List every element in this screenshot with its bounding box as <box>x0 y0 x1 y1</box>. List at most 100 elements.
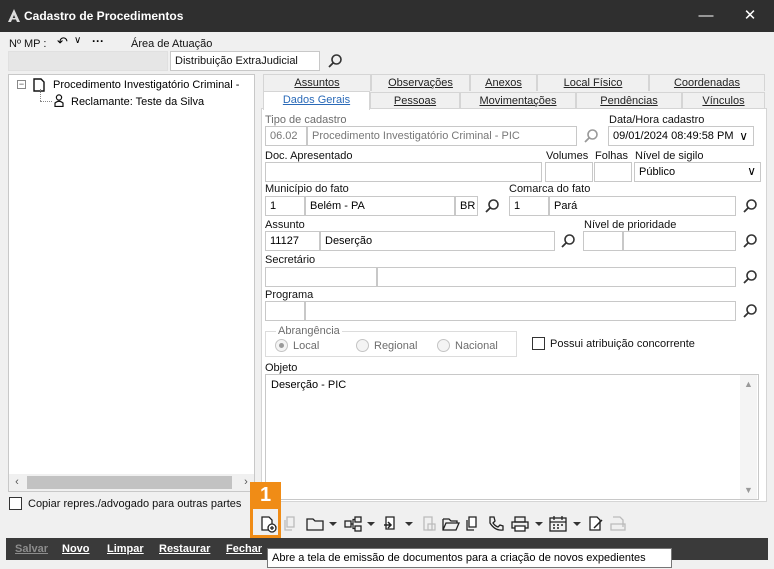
municipio-search-icon[interactable] <box>484 198 500 214</box>
mp-number-field[interactable] <box>8 51 168 71</box>
area-field[interactable]: Distribuição ExtraJudicial <box>170 51 320 71</box>
chevron-down-icon[interactable]: ∨ <box>747 165 756 177</box>
forward-document-icon[interactable] <box>382 515 400 533</box>
chevron-down-icon[interactable] <box>573 522 581 526</box>
secretario-code[interactable] <box>265 267 377 287</box>
tab-dados-gerais[interactable]: Dados Gerais <box>263 91 370 110</box>
save-button[interactable]: Salvar <box>15 543 48 555</box>
phone-icon[interactable] <box>487 515 505 533</box>
nivel-sigilo-label: Nível de sigilo <box>635 150 704 162</box>
calendar-icon[interactable] <box>549 515 567 533</box>
volumes-label: Volumes <box>546 150 589 162</box>
scrollbar-thumb[interactable] <box>27 476 232 489</box>
scroll-down-arrow-icon[interactable]: ▼ <box>740 483 757 497</box>
assunto-code[interactable]: 11127 <box>265 231 320 251</box>
tab-coordenadas[interactable]: Coordenadas <box>649 74 765 91</box>
more-icon[interactable]: ··· <box>92 34 104 48</box>
procedure-tree[interactable]: − Procedimento Investigatório Criminal -… <box>8 74 255 492</box>
comarca-label: Comarca do fato <box>509 183 591 195</box>
folhas-field[interactable] <box>594 162 632 182</box>
bottom-toolbar <box>252 510 772 536</box>
print-icon[interactable] <box>511 515 529 533</box>
chevron-down-icon[interactable] <box>367 522 375 526</box>
nivel-prioridade-field[interactable] <box>623 231 736 251</box>
tree-horizontal-scrollbar[interactable]: ‹ › <box>9 474 254 491</box>
new-button[interactable]: Novo <box>62 543 90 555</box>
tab-vinculos[interactable]: Vínculos <box>682 92 765 109</box>
assunto-search-icon[interactable] <box>560 233 576 249</box>
radio-local-label: Local <box>293 340 320 352</box>
tree-toggle[interactable]: − <box>17 80 26 89</box>
area-search-icon[interactable] <box>327 53 343 69</box>
scroll-left-arrow-icon[interactable]: ‹ <box>11 476 23 489</box>
chevron-down-icon[interactable]: ∨ <box>739 130 748 142</box>
tab-assuntos[interactable]: Assuntos <box>263 74 371 91</box>
radio-regional[interactable] <box>356 339 369 352</box>
folder-icon[interactable] <box>306 515 324 533</box>
chevron-down-icon[interactable] <box>329 522 337 526</box>
tooltip: Abre a tela de emissão de documentos par… <box>267 548 672 568</box>
tipo-cadastro-code[interactable]: 06.02 <box>265 126 307 146</box>
hierarchy-icon[interactable] <box>344 515 362 533</box>
title-bar: Cadastro de Procedimentos — ✕ <box>0 0 774 32</box>
tab-observacoes[interactable]: Observações <box>371 74 470 91</box>
secretario-label: Secretário <box>265 254 316 266</box>
data-cadastro-picker[interactable]: 09/01/2024 08:49:58 PM ∨ <box>608 126 754 146</box>
close-button[interactable]: ✕ <box>739 6 761 26</box>
copy-document-icon <box>282 515 300 533</box>
comarca-field[interactable]: Pará <box>549 196 736 216</box>
municipio-code[interactable]: 1 <box>265 196 305 216</box>
municipio-field[interactable]: Belém - PA <box>305 196 455 216</box>
tab-pendencias[interactable]: Pendências <box>576 92 682 109</box>
nivel-sigilo-select[interactable]: Público ∨ <box>634 162 761 182</box>
close-form-button[interactable]: Fechar <box>226 543 262 555</box>
open-folder-icon[interactable] <box>442 515 460 533</box>
abrangencia-label: Abrangência <box>276 325 342 337</box>
restore-button[interactable]: Restaurar <box>159 543 210 555</box>
tab-movimentacoes[interactable]: Movimentações <box>460 92 576 109</box>
nivel-prioridade-code[interactable] <box>583 231 623 251</box>
radio-local[interactable] <box>275 339 288 352</box>
nivel-prioridade-label: Nível de prioridade <box>584 219 677 231</box>
objeto-vertical-scrollbar[interactable]: ▲ ▼ <box>740 375 757 499</box>
radio-nacional[interactable] <box>437 339 450 352</box>
objeto-textarea[interactable]: Deserção - PIC <box>265 374 759 500</box>
app-logo-icon <box>8 9 20 22</box>
mp-label: Nº MP : <box>9 38 47 50</box>
chevron-down-icon[interactable] <box>405 522 413 526</box>
tree-node-procedure[interactable]: Procedimento Investigatório Criminal - <box>53 79 239 91</box>
atribuicao-concorrente-checkbox[interactable] <box>532 337 545 350</box>
chevron-down-icon[interactable]: ∨ <box>74 35 81 46</box>
folhas-label: Folhas <box>595 150 629 162</box>
chevron-down-icon[interactable] <box>535 522 543 526</box>
programa-code[interactable] <box>265 301 305 321</box>
tab-anexos[interactable]: Anexos <box>470 74 537 91</box>
lock-document-icon <box>420 515 438 533</box>
doc-apresentado-field[interactable] <box>265 162 542 182</box>
copy-icon[interactable] <box>464 515 482 533</box>
secretario-search-icon[interactable] <box>742 269 758 285</box>
prioridade-search-icon[interactable] <box>742 233 758 249</box>
minimize-button[interactable]: — <box>695 6 717 26</box>
edit-document-icon[interactable] <box>587 515 605 533</box>
comarca-search-icon[interactable] <box>742 198 758 214</box>
tab-pessoas[interactable]: Pessoas <box>370 92 460 109</box>
objeto-label: Objeto <box>265 362 298 374</box>
scroll-up-arrow-icon[interactable]: ▲ <box>740 377 757 391</box>
undo-icon[interactable]: ↶ <box>57 34 68 50</box>
municipio-uf[interactable]: BR <box>455 196 478 216</box>
tipo-cadastro-field[interactable]: Procedimento Investigatório Criminal - P… <box>307 126 577 146</box>
radio-nacional-label: Nacional <box>455 340 498 352</box>
assunto-field[interactable]: Deserção <box>320 231 555 251</box>
programa-field[interactable] <box>305 301 736 321</box>
secretario-field[interactable] <box>377 267 736 287</box>
municipio-label: Município do fato <box>265 183 349 195</box>
copy-representatives-checkbox[interactable] <box>9 497 22 510</box>
comarca-code[interactable]: 1 <box>509 196 549 216</box>
volumes-field[interactable] <box>545 162 593 182</box>
programa-search-icon[interactable] <box>742 303 758 319</box>
tree-node-reclamante[interactable]: Reclamante: Teste da Silva <box>71 96 204 108</box>
tab-local-fisico[interactable]: Local Físico <box>537 74 649 91</box>
tipo-cadastro-search-icon[interactable] <box>583 128 599 144</box>
clear-button[interactable]: Limpar <box>107 543 144 555</box>
